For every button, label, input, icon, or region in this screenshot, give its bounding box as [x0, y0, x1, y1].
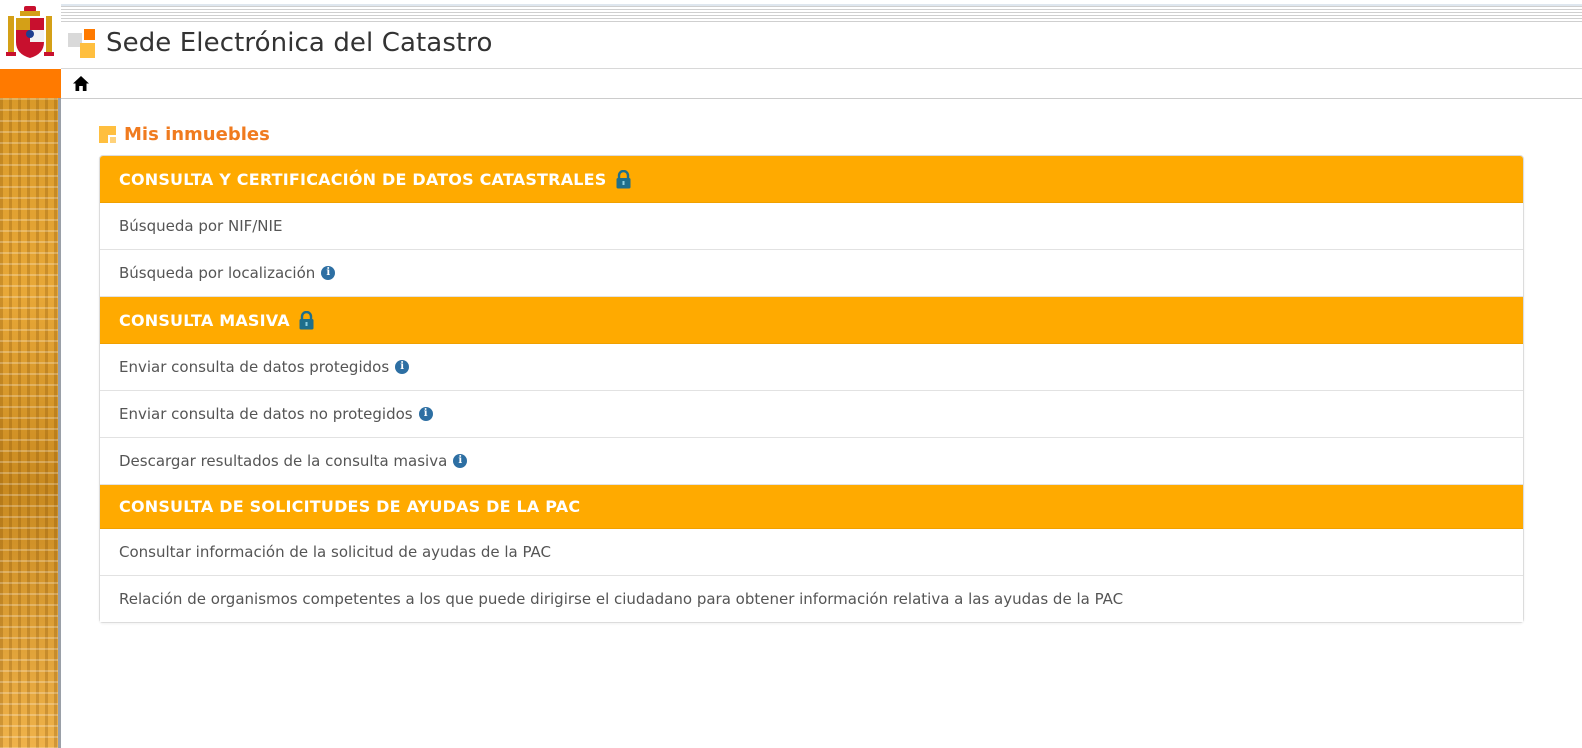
coat-of-arms-icon [6, 6, 54, 58]
group-title: CONSULTA MASIVA [119, 310, 290, 330]
home-icon[interactable] [73, 76, 89, 91]
orange-accent-tab [0, 69, 61, 98]
item-label[interactable]: Enviar consulta de datos no protegidos [119, 405, 413, 423]
group-header-consulta-masiva: CONSULTA MASIVA [100, 297, 1523, 344]
breadcrumb-bar [61, 69, 1582, 99]
link-busqueda-nif-nie[interactable]: Búsqueda por NIF/NIE [100, 203, 1523, 250]
info-icon[interactable]: i [395, 360, 410, 374]
link-enviar-consulta-no-protegidos[interactable]: Enviar consulta de datos no protegidos i [100, 391, 1523, 438]
services-panel: CONSULTA Y CERTIFICACIÓN DE DATOS CATAST… [99, 155, 1524, 623]
item-label[interactable]: Consultar información de la solicitud de… [119, 543, 551, 561]
group-title: CONSULTA DE SOLICITUDES DE AYUDAS DE LA … [119, 497, 581, 516]
lock-icon [299, 310, 314, 329]
group-header-consulta-certificacion: CONSULTA Y CERTIFICACIÓN DE DATOS CATAST… [100, 156, 1523, 203]
link-enviar-consulta-protegidos[interactable]: Enviar consulta de datos protegidos i [100, 344, 1523, 391]
group-header-ayudas-pac: CONSULTA DE SOLICITUDES DE AYUDAS DE LA … [100, 485, 1523, 529]
site-title[interactable]: Sede Electrónica del Catastro [106, 28, 493, 58]
item-label[interactable]: Descargar resultados de la consulta masi… [119, 452, 447, 470]
section-heading: Mis inmuebles [99, 122, 270, 146]
site-header: Sede Electrónica del Catastro [61, 23, 1582, 69]
catastro-logo-icon [68, 29, 98, 59]
item-label[interactable]: Relación de organismos competentes a los… [119, 590, 1123, 608]
header-stripes [61, 6, 1582, 23]
info-icon[interactable]: i [453, 454, 468, 468]
link-consultar-solicitud-pac[interactable]: Consultar información de la solicitud de… [100, 529, 1523, 576]
lock-icon [616, 169, 631, 188]
link-descargar-resultados[interactable]: Descargar resultados de la consulta masi… [100, 438, 1523, 485]
link-busqueda-localizacion[interactable]: Búsqueda por localización i [100, 250, 1523, 297]
item-label[interactable]: Enviar consulta de datos protegidos [119, 358, 389, 376]
link-organismos-competentes-pac[interactable]: Relación de organismos competentes a los… [100, 576, 1523, 622]
info-icon[interactable]: i [418, 407, 433, 421]
group-title: CONSULTA Y CERTIFICACIÓN DE DATOS CATAST… [119, 169, 607, 189]
city-background-image [0, 98, 61, 748]
section-icon [99, 125, 116, 143]
info-icon[interactable]: i [321, 266, 336, 280]
item-label[interactable]: Búsqueda por localización [119, 264, 315, 282]
item-label[interactable]: Búsqueda por NIF/NIE [119, 217, 282, 235]
page-title: Mis inmuebles [124, 123, 270, 145]
